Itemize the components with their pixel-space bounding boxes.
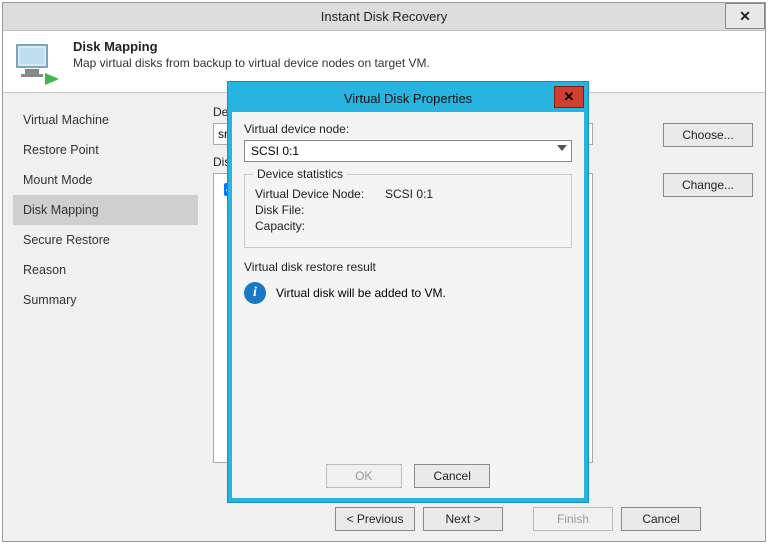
stat-key: Virtual Device Node: [255, 187, 385, 201]
finish-button: Finish [533, 507, 613, 531]
virtual-device-node-select[interactable]: SCSI 0:1 [244, 140, 572, 162]
info-icon: i [244, 282, 266, 304]
wizard-footer: < Previous Next > Finish Cancel [3, 497, 765, 541]
stat-key: Disk File: [255, 203, 385, 217]
wizard-sidebar: Virtual Machine Restore Point Mount Mode… [13, 105, 198, 487]
sidebar-item-label: Disk Mapping [23, 203, 99, 217]
sidebar-item-label: Restore Point [23, 143, 99, 157]
sidebar-item-disk-mapping[interactable]: Disk Mapping [13, 195, 198, 225]
device-statistics-group: Device statistics Virtual Device Node:SC… [244, 174, 572, 248]
sidebar-item-label: Virtual Machine [23, 113, 109, 127]
close-icon: ✕ [564, 89, 575, 104]
virtual-device-node-label: Virtual device node: [244, 122, 572, 136]
choose-button[interactable]: Choose... [663, 123, 753, 147]
window-close-button[interactable]: ✕ [725, 3, 765, 29]
sidebar-item-label: Reason [23, 263, 66, 277]
sidebar-item-label: Summary [23, 293, 76, 307]
disk-recovery-icon [15, 39, 63, 87]
sidebar-item-secure-restore[interactable]: Secure Restore [13, 225, 198, 255]
close-icon: ✕ [739, 8, 751, 24]
header-subtitle: Map virtual disks from backup to virtual… [73, 56, 753, 70]
stat-key: Capacity: [255, 219, 385, 233]
window-titlebar: Instant Disk Recovery ✕ [3, 3, 765, 31]
select-value: SCSI 0:1 [251, 144, 299, 158]
window-title: Instant Disk Recovery [321, 9, 447, 24]
stat-value: SCSI 0:1 [385, 187, 433, 201]
cancel-button[interactable]: Cancel [621, 507, 701, 531]
group-legend: Device statistics [253, 167, 347, 181]
sidebar-item-summary[interactable]: Summary [13, 285, 198, 315]
next-button[interactable]: Next > [423, 507, 503, 531]
dialog-title: Virtual Disk Properties [344, 91, 472, 106]
dialog-ok-button: OK [326, 464, 402, 488]
dialog-close-button[interactable]: ✕ [554, 86, 584, 108]
dialog-titlebar: Virtual Disk Properties ✕ [232, 86, 584, 112]
chevron-down-icon [557, 145, 567, 151]
header-title: Disk Mapping [73, 39, 753, 54]
dialog-cancel-button[interactable]: Cancel [414, 464, 490, 488]
sidebar-item-virtual-machine[interactable]: Virtual Machine [13, 105, 198, 135]
restore-result-label: Virtual disk restore result [244, 260, 572, 274]
virtual-disk-properties-dialog: Virtual Disk Properties ✕ Virtual device… [228, 82, 588, 502]
sidebar-item-reason[interactable]: Reason [13, 255, 198, 285]
sidebar-item-mount-mode[interactable]: Mount Mode [13, 165, 198, 195]
change-button[interactable]: Change... [663, 173, 753, 197]
sidebar-item-restore-point[interactable]: Restore Point [13, 135, 198, 165]
sidebar-item-label: Secure Restore [23, 233, 110, 247]
previous-button[interactable]: < Previous [335, 507, 415, 531]
restore-result-message: Virtual disk will be added to VM. [276, 286, 446, 300]
sidebar-item-label: Mount Mode [23, 173, 92, 187]
